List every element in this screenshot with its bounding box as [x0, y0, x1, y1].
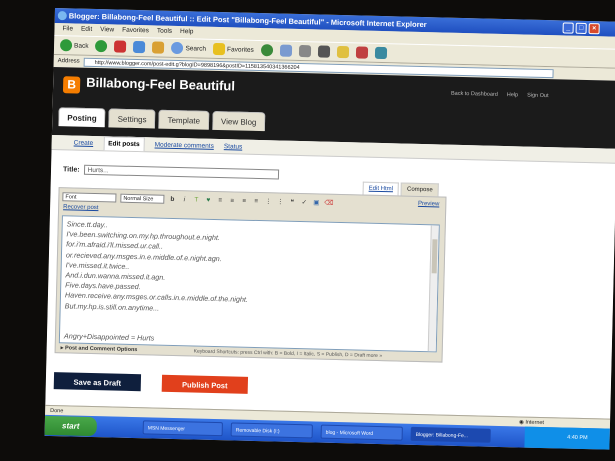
- save-draft-button[interactable]: Save as Draft: [53, 372, 142, 392]
- font-select[interactable]: Font: [62, 192, 117, 203]
- recover-post-link[interactable]: Recover post: [63, 204, 98, 211]
- header-links: Back to Dashboard Help Sign Out: [451, 91, 549, 99]
- align-center-icon[interactable]: ≡: [228, 197, 236, 205]
- format-toolbar: Font Normal Size b i T ♥ ≡ ≡ ≡ ≡ ⋮ ⋮ ❝ ✓…: [62, 191, 442, 211]
- zone-label: Internet: [525, 419, 545, 427]
- help-link[interactable]: Help: [507, 92, 518, 98]
- print-icon[interactable]: [298, 44, 311, 58]
- post-options-toggle[interactable]: ▸ Post and Comment Options: [61, 345, 138, 353]
- menu-view[interactable]: View: [100, 24, 114, 36]
- publish-post-button[interactable]: Publish Post: [161, 374, 249, 394]
- messenger-icon[interactable]: [374, 46, 387, 60]
- favorites-button[interactable]: Favorites: [212, 42, 254, 56]
- taskbar-item-word[interactable]: blog - Microsoft Word: [320, 424, 403, 441]
- tab-template[interactable]: Template: [158, 109, 210, 130]
- folder-icon[interactable]: [336, 45, 349, 59]
- subtab-create[interactable]: Create: [74, 139, 94, 146]
- subtab-status[interactable]: Status: [224, 143, 243, 150]
- close-button[interactable]: ×: [588, 23, 600, 35]
- spellcheck-icon[interactable]: ✓: [300, 199, 308, 207]
- taskbar-item-msn[interactable]: MSN Messenger: [142, 420, 223, 437]
- address-label: Address: [57, 58, 80, 65]
- start-button[interactable]: start: [44, 415, 98, 437]
- title-label: Title:: [62, 165, 80, 174]
- blockquote-icon[interactable]: ❝: [288, 198, 296, 206]
- page-content: B Billabong-Feel Beautiful Back to Dashb…: [45, 66, 615, 419]
- research-icon[interactable]: [355, 46, 368, 59]
- minimize-button[interactable]: _: [562, 22, 574, 34]
- preview-link[interactable]: Preview: [418, 201, 439, 208]
- stop-icon[interactable]: [114, 40, 127, 53]
- forward-arrow-icon[interactable]: [95, 40, 108, 53]
- justify-icon[interactable]: ≡: [252, 197, 260, 205]
- menu-help[interactable]: Help: [180, 26, 194, 38]
- title-input[interactable]: Hurts...: [83, 164, 279, 180]
- image-icon[interactable]: ▣: [312, 199, 320, 207]
- menu-edit[interactable]: Edit: [81, 24, 92, 36]
- search-label: Search: [185, 44, 207, 53]
- size-select[interactable]: Normal Size: [120, 193, 165, 204]
- menu-tools[interactable]: Tools: [157, 25, 172, 37]
- align-left-icon[interactable]: ≡: [216, 197, 224, 205]
- compose-tab[interactable]: Compose: [400, 182, 439, 197]
- back-button[interactable]: Back: [59, 39, 89, 52]
- back-label: Back: [74, 41, 89, 50]
- edit-html-tab[interactable]: Edit Html: [362, 181, 400, 196]
- history-icon[interactable]: [260, 44, 273, 57]
- italic-icon[interactable]: i: [180, 196, 188, 204]
- bold-icon[interactable]: b: [168, 195, 176, 203]
- mail-icon[interactable]: [279, 44, 292, 57]
- star-icon: [212, 42, 226, 56]
- window-controls: _ □ ×: [562, 22, 600, 35]
- remove-format-icon[interactable]: ⌫: [324, 199, 333, 207]
- menu-file[interactable]: File: [62, 23, 73, 35]
- search-icon: [171, 41, 184, 55]
- blog-name: Billabong-Feel Beautiful: [86, 74, 236, 94]
- search-button[interactable]: Search: [171, 41, 207, 55]
- system-tray: 4:40 PM: [524, 426, 610, 450]
- ie-logo-icon: [57, 11, 67, 21]
- taskbar-item-blogger[interactable]: Blogger: Billabong-Fe...: [410, 426, 491, 443]
- post-options-label: Post and Comment Options: [64, 345, 138, 354]
- subtab-edit-posts[interactable]: Edit posts: [103, 136, 145, 152]
- editor-box: Font Normal Size b i T ♥ ≡ ≡ ≡ ≡ ⋮ ⋮ ❝ ✓…: [54, 187, 447, 363]
- tab-settings[interactable]: Settings: [108, 108, 156, 129]
- text-color-icon[interactable]: T: [192, 196, 200, 204]
- menu-favorites[interactable]: Favorites: [122, 25, 149, 38]
- edit-icon[interactable]: [317, 45, 330, 58]
- tab-posting[interactable]: Posting: [58, 107, 106, 128]
- main-tabs: Posting Settings Template View Blog: [58, 107, 266, 132]
- scroll-thumb[interactable]: [431, 239, 438, 274]
- subtab-moderate-comments[interactable]: Moderate comments: [155, 141, 214, 149]
- sign-out-link[interactable]: Sign Out: [527, 93, 549, 100]
- title-row: Title: Hurts...: [62, 164, 279, 180]
- blogger-logo-icon[interactable]: B: [62, 76, 81, 94]
- bullet-list-icon[interactable]: ⋮: [276, 198, 284, 206]
- screen: Blogger: Billabong-Feel Beautiful :: Edi…: [44, 8, 615, 450]
- clock: 4:40 PM: [567, 434, 588, 442]
- link-icon[interactable]: ♥: [204, 196, 212, 204]
- status-text: Done: [50, 408, 64, 415]
- post-body-editor[interactable]: Since.tt.day.. I've.been.switching.on.my…: [58, 215, 440, 353]
- editor-scrollbar[interactable]: [427, 225, 439, 352]
- numbered-list-icon[interactable]: ⋮: [264, 198, 272, 206]
- refresh-icon[interactable]: [133, 40, 146, 54]
- favorites-label: Favorites: [227, 45, 254, 54]
- tab-view-blog[interactable]: View Blog: [211, 110, 266, 132]
- taskbar-item-removable-disk[interactable]: Removable Disk (I:): [230, 422, 313, 439]
- align-right-icon[interactable]: ≡: [240, 197, 248, 205]
- back-to-dashboard-link[interactable]: Back to Dashboard: [451, 91, 498, 98]
- maximize-button[interactable]: □: [575, 22, 587, 34]
- back-arrow-icon: [59, 39, 73, 52]
- home-icon[interactable]: [152, 41, 165, 54]
